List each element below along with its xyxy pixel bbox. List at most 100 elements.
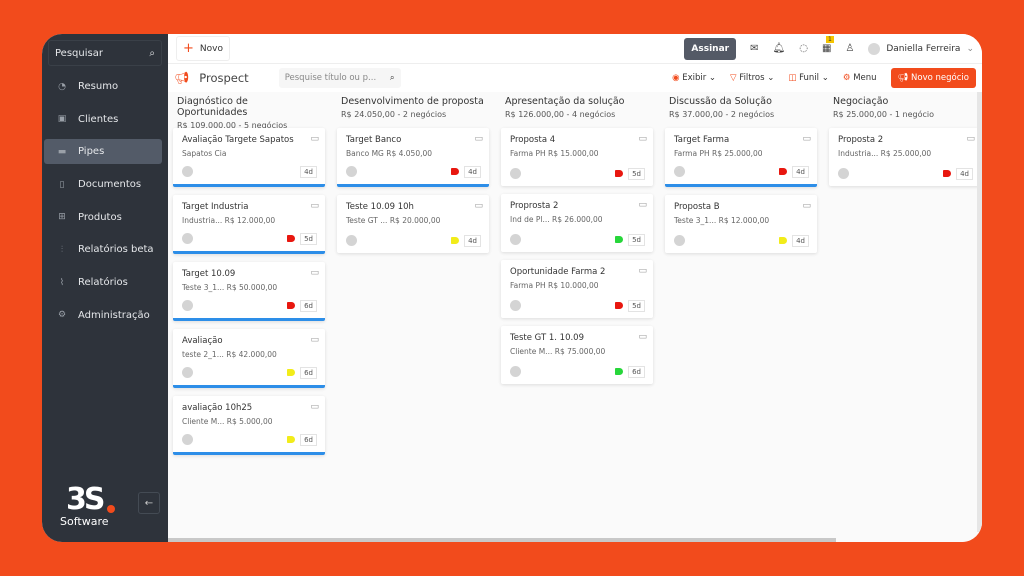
calendar-icon[interactable]: ▭ — [638, 134, 647, 144]
calendar-icon[interactable]: ▭ — [474, 134, 483, 144]
column-summary: R$ 37.000,00 - 2 negócios — [669, 110, 775, 119]
deal-value: R$ 25.000,00 — [712, 149, 763, 158]
calendar-icon[interactable]: ▭ — [638, 200, 647, 210]
deal-card[interactable]: Oportunidade Farma 2 Farma PH R$ 10.000,0… — [501, 260, 653, 318]
deal-client: teste 2_1... — [182, 350, 224, 359]
deal-client: Banco MG — [346, 149, 384, 158]
deal-name: Avaliação — [182, 336, 223, 346]
column-header: Apresentação da solução R$ 126.000,00 - 4… — [501, 92, 653, 128]
deal-name: Proposta B — [674, 202, 720, 212]
tag-icon — [287, 369, 295, 376]
avatar — [838, 168, 849, 179]
sidebar-item-resumo[interactable]: ◔ Resumo — [44, 74, 162, 99]
menu-button[interactable]: ⚙ Menu — [843, 73, 877, 83]
tag-icon — [779, 168, 787, 175]
deal-client: Teste 3_1... — [674, 216, 717, 225]
exibir-button[interactable]: ◉ Exibir ⌄ — [672, 73, 716, 83]
sidebar-item-documentos[interactable]: ▯ Documentos — [44, 172, 162, 197]
page-title: Prospect — [199, 71, 249, 85]
deal-client: Farma PH — [510, 149, 546, 158]
assinar-button[interactable]: Assinar — [684, 37, 737, 60]
avatar — [182, 367, 193, 378]
money-icon: ▬ — [57, 146, 67, 157]
calendar-icon[interactable]: ▭ — [310, 134, 319, 144]
deal-client: Ind de Pl... — [510, 215, 550, 224]
tag-icon — [451, 237, 459, 244]
sidebar-item-label: Clientes — [78, 113, 119, 125]
id-card-icon: ▣ — [57, 114, 67, 125]
column-header: Discussão da Solução R$ 37.000,00 - 2 neg… — [665, 92, 817, 128]
logo: 3S Software — [60, 485, 115, 528]
deal-client: Teste 3_1... — [182, 283, 225, 292]
column-summary: R$ 24.050,00 - 2 negócios — [341, 110, 447, 119]
deal-card[interactable]: Target 10.09 Teste 3_1... R$ 50.000,00 ▭ 6d — [173, 262, 325, 321]
novo-button[interactable]: + Novo — [176, 36, 230, 61]
calendar-icon[interactable]: ▭ — [310, 268, 319, 278]
deal-card[interactable]: Target Industria Industria... R$ 12.000,0… — [173, 195, 325, 254]
sidebar-item-pipes[interactable]: ▬ Pipes — [44, 139, 162, 165]
calendar-icon[interactable]: ▭ — [638, 332, 647, 342]
deal-card[interactable]: Proprosta 2 Ind de Pl... R$ 26.000,00 ▭ 5d — [501, 194, 653, 252]
sidebar-item-label: Administração — [78, 309, 150, 321]
sidebar-item-label: Relatórios beta — [78, 244, 154, 256]
sidebar-item-relatórios[interactable]: ⫶ Relatórios beta — [44, 237, 162, 262]
deal-card[interactable]: Teste 10.09 10h Teste GT ... R$ 20.000,00… — [337, 195, 489, 253]
calendar-icon[interactable]: ▭ — [802, 201, 811, 211]
column-header: Desenvolvimento de proposta R$ 24.050,00 … — [337, 92, 489, 128]
deal-client: Industria... — [182, 216, 223, 225]
column-summary: R$ 25.000,00 - 1 negócio — [833, 110, 934, 119]
deal-card[interactable]: Proposta B Teste 3_1... R$ 12.000,00 ▭ 4d — [665, 195, 817, 253]
vertical-scrollbar[interactable] — [977, 92, 982, 532]
deal-search-input[interactable]: Pesquise título ou p... ⌕ — [278, 68, 401, 88]
megaphone-icon: 📢︎ — [174, 71, 190, 85]
mail-icon[interactable]: ✉ — [750, 43, 758, 54]
filter-icon: ▽ — [730, 73, 737, 83]
calendar-icon[interactable]: ▦ 1 — [822, 36, 834, 54]
sidebar-item-label: Produtos — [78, 211, 122, 223]
deal-value: R$ 15.000,00 — [548, 149, 599, 158]
deal-card[interactable]: Target Farma Farma PH R$ 25.000,00 ▭ 4d — [665, 128, 817, 187]
chevron-down-icon: ⌄ — [966, 43, 974, 54]
support-icon[interactable]: ♙ — [845, 43, 854, 54]
calendar-icon[interactable]: ▭ — [310, 201, 319, 211]
user-menu[interactable]: Daniella Ferreira ⌄ — [868, 42, 974, 55]
tag-icon — [615, 368, 623, 375]
main: + Novo Assinar ✉ 🔔︎ ◌ ▦ 1 ♙ Daniella Ferre… — [168, 34, 982, 542]
pipeline-toolbar: 📢︎ Prospect Pesquise título ou p... ⌕ ◉ E… — [168, 64, 982, 92]
filtros-button[interactable]: ▽ Filtros ⌄ — [730, 73, 774, 83]
deal-card[interactable]: Avaliação Targete Sapatos Sapatos Cia ▭ 4d — [173, 128, 325, 187]
columns-icon: ◫ — [788, 73, 797, 83]
deal-card[interactable]: avaliação 10h25 Cliente M... R$ 5.000,00 ▭… — [173, 396, 325, 455]
calendar-icon[interactable]: ▭ — [638, 266, 647, 276]
calendar-icon[interactable]: ▭ — [474, 201, 483, 211]
deal-card[interactable]: Avaliação teste 2_1... R$ 42.000,00 ▭ 6d — [173, 329, 325, 388]
deal-value: R$ 50.000,00 — [226, 283, 278, 292]
deal-card[interactable]: Target Banco Banco MG R$ 4.050,00 ▭ 4d — [337, 128, 489, 187]
tag-icon — [287, 436, 295, 443]
calendar-icon[interactable]: ▭ — [310, 335, 319, 345]
sidebar-item-administração[interactable]: ⚙ Administração — [44, 303, 162, 328]
deal-client: Cliente M... — [510, 347, 553, 356]
calendar-icon[interactable]: ▭ — [310, 402, 319, 412]
sidebar-item-produtos[interactable]: ⊞ Produtos — [44, 205, 162, 230]
sidebar-item-clientes[interactable]: ▣ Clientes — [44, 107, 162, 132]
plus-icon: + — [183, 41, 194, 56]
horizontal-scrollbar[interactable] — [168, 538, 836, 542]
deal-card[interactable]: Proposta 2 Industria... R$ 25.000,00 ▭ 4d — [829, 128, 981, 186]
deal-card[interactable]: Teste GT 1. 10.09 Cliente M... R$ 75.000,… — [501, 326, 653, 384]
calendar-icon[interactable]: ▭ — [802, 134, 811, 144]
pipeline-column: Desenvolvimento de proposta R$ 24.050,00 … — [337, 92, 489, 463]
tag-icon — [615, 302, 623, 309]
calendar-icon[interactable]: ▭ — [966, 134, 975, 144]
novo-negocio-button[interactable]: 📢︎ Novo negócio — [890, 68, 976, 88]
sidebar-item-relatórios[interactable]: ⌇ Relatórios — [44, 270, 162, 295]
deal-card[interactable]: Proposta 4 Farma PH R$ 15.000,00 ▭ 5d — [501, 128, 653, 186]
collapse-sidebar-button[interactable]: ← — [138, 492, 160, 514]
deal-name: Target Farma — [674, 135, 730, 145]
bell-icon[interactable]: 🔔︎ — [773, 43, 786, 54]
sidebar-search[interactable]: Pesquisar ⌕ — [48, 40, 162, 66]
deal-value: R$ 42.000,00 — [226, 350, 277, 359]
chat-icon[interactable]: ◌ — [799, 43, 808, 54]
funil-button[interactable]: ◫ Funil ⌄ — [788, 73, 828, 83]
kanban-board: Diagnóstico de Oportunidades R$ 109.000,0… — [173, 92, 981, 463]
